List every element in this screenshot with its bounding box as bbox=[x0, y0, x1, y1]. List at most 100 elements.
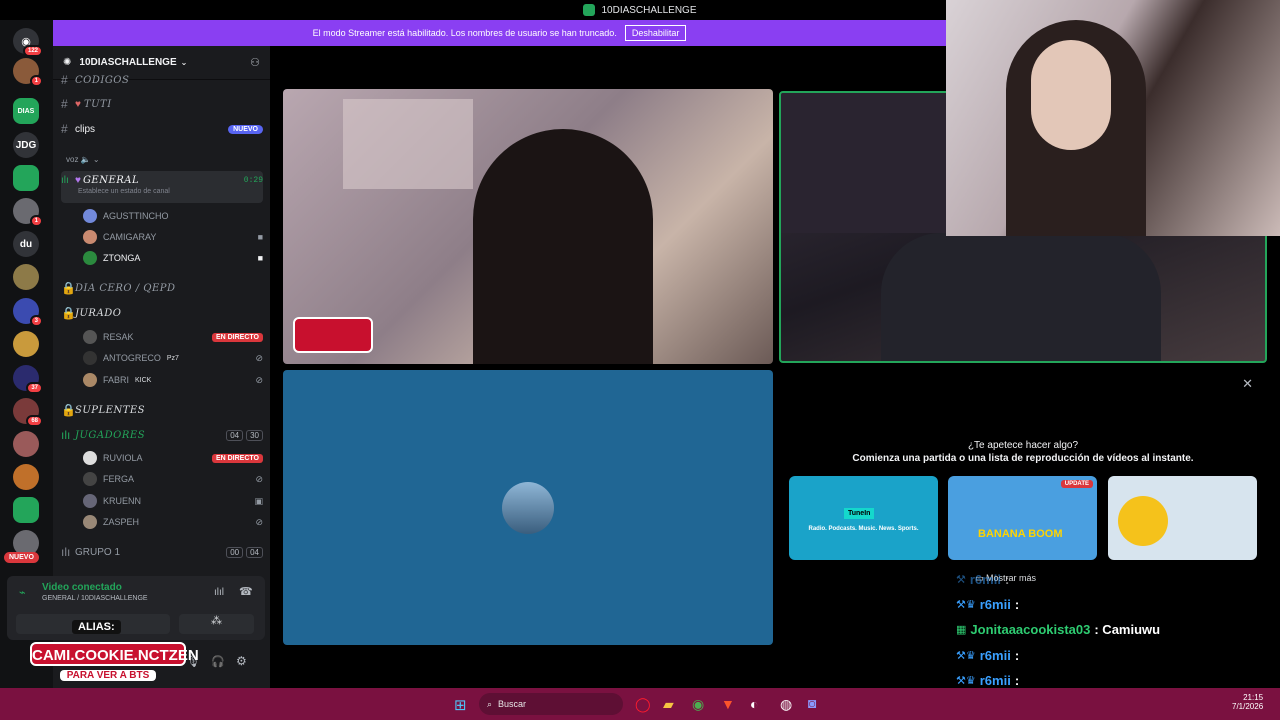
chat-line: ▦ Jonitaaacookista03: Camiuwu bbox=[956, 622, 1161, 637]
user-tag: Pz7 bbox=[166, 354, 179, 362]
voice-user[interactable]: RUVIOLA EN DIRECTO bbox=[83, 449, 263, 467]
purple-heart-icon: ♥ bbox=[75, 175, 81, 186]
avatar bbox=[83, 230, 97, 244]
activity-icon: ⁂ bbox=[211, 615, 222, 627]
avatar bbox=[83, 373, 97, 387]
voice-user[interactable]: ZASPEH ⊘ bbox=[83, 513, 263, 531]
clock[interactable]: 21:15 7/1/2026 bbox=[1232, 693, 1263, 711]
new-pill: NUEVO bbox=[228, 124, 263, 134]
app-icon[interactable]: ◐ bbox=[750, 696, 758, 712]
discord-taskbar-icon[interactable]: ◙ bbox=[808, 695, 816, 711]
chat-line: ⚒♛ r6mii: bbox=[956, 597, 1020, 612]
server-icon-1[interactable]: 1 bbox=[13, 58, 43, 87]
voice-user[interactable]: RESAK EN DIRECTO bbox=[83, 328, 263, 346]
streamer-mode-banner: El modo Streamer está habilitado. Los no… bbox=[53, 20, 946, 46]
channel-jurado[interactable]: 🔒 JURADO bbox=[61, 303, 263, 323]
badge-icon: ▦ bbox=[956, 624, 967, 636]
opera-icon[interactable]: ◯ bbox=[635, 696, 651, 713]
voice-user[interactable]: ANTOGRECO Pz7 ⊘ bbox=[83, 349, 263, 367]
channel-codigos[interactable]: # CODIGOS bbox=[61, 70, 263, 90]
avatar bbox=[502, 481, 554, 534]
close-icon[interactable]: ✕ bbox=[1242, 376, 1253, 392]
server-icon-7[interactable] bbox=[13, 264, 39, 290]
voice-category[interactable]: voz 🔈 ⌄ bbox=[66, 155, 100, 164]
server-icon-10[interactable]: 37 bbox=[13, 365, 43, 394]
activities-button[interactable]: ⁂ bbox=[179, 614, 254, 634]
channel-status-hint[interactable]: Establece un estado de canal bbox=[78, 188, 170, 195]
voice-user[interactable]: FERGA ⊘ bbox=[83, 470, 263, 488]
chat-line: ⚒ r6mii: bbox=[956, 572, 1010, 587]
search-icon: ⌕ bbox=[487, 698, 493, 709]
server-icon-13[interactable] bbox=[13, 464, 39, 490]
server-icon-10dias[interactable]: DIAS bbox=[13, 98, 39, 124]
muted-icon: ⊘ bbox=[255, 374, 263, 385]
video-tile-camigaray[interactable] bbox=[283, 89, 773, 364]
home-button[interactable]: ◉ 122 bbox=[13, 28, 43, 57]
taskbar: ⊞ ⌕ Buscar ◯ ▰ ◉ ▼ ◐ ◍ ◙ 21:15 7/1/2026 bbox=[0, 688, 1280, 720]
poster-wall bbox=[343, 99, 473, 189]
noise-icon[interactable]: ılıl bbox=[214, 587, 224, 598]
disconnect-icon[interactable]: ☎ bbox=[239, 585, 253, 598]
chat-line: ⚒♛ r6mii: bbox=[956, 673, 1020, 688]
chevron-down-icon: ⌄ bbox=[180, 58, 188, 67]
channel-dia-cero[interactable]: 🔒 DIA CERO / QEPD bbox=[61, 278, 263, 298]
avatar bbox=[83, 251, 97, 265]
avatar bbox=[83, 351, 97, 365]
voice-user[interactable]: KRUENN ▣ bbox=[83, 492, 263, 510]
avatar bbox=[83, 451, 97, 465]
alias-sticker bbox=[293, 317, 373, 353]
server-icon-8[interactable]: 3 bbox=[13, 298, 43, 327]
speaker-icon: 🔈 bbox=[80, 155, 91, 164]
hash-icon: # bbox=[61, 73, 68, 87]
channel-grupo1[interactable]: ılı GRUPO 1 00 04 bbox=[61, 542, 263, 562]
taskbar-search[interactable]: ⌕ Buscar bbox=[479, 693, 623, 715]
app-logo-icon bbox=[583, 4, 596, 16]
voice-wave-icon: ılı bbox=[61, 175, 69, 186]
voice-wave-icon: ılı bbox=[61, 428, 71, 442]
channel-clips[interactable]: # clips NUEVO bbox=[61, 119, 263, 139]
voice-status: Video conectado bbox=[42, 582, 122, 593]
camera-icon: ■ bbox=[257, 232, 263, 242]
chat-line: ⚒♛ r6mii: bbox=[956, 648, 1020, 663]
home-badge: 122 bbox=[22, 45, 43, 57]
live-badge: EN DIRECTO bbox=[211, 453, 263, 463]
shelf-background bbox=[781, 93, 947, 233]
badge-icon: ⚒♛ bbox=[956, 599, 976, 611]
channel-suplentes[interactable]: 🔒 SUPLENTES bbox=[61, 400, 263, 420]
server-icon-11[interactable]: 68 bbox=[13, 398, 43, 427]
windows-start-icon[interactable]: ⊞ bbox=[454, 696, 467, 714]
server-icon-user[interactable]: 1 bbox=[13, 198, 43, 227]
brave-icon[interactable]: ▼ bbox=[721, 696, 735, 712]
video-tile-audio-only[interactable] bbox=[283, 370, 773, 645]
settings-gear-icon[interactable]: ⚙ bbox=[236, 654, 247, 668]
update-badge: UPDATE bbox=[1060, 480, 1093, 488]
folder-icon[interactable]: ▰ bbox=[663, 696, 674, 713]
server-icon-14[interactable] bbox=[13, 497, 39, 523]
voice-user[interactable]: ZTONGA ■ bbox=[83, 249, 263, 267]
activity-card-banana-boom[interactable]: UPDATE BANANA BOOM bbox=[948, 476, 1097, 560]
server-icon-9[interactable] bbox=[13, 331, 39, 357]
hash-icon: # bbox=[61, 122, 68, 136]
disable-streamer-mode-button[interactable]: Deshabilitar bbox=[624, 25, 687, 41]
activity-card-3[interactable] bbox=[1108, 476, 1257, 560]
channel-general[interactable]: ılı ♥ GENERAL 0:29 Establece un estado d… bbox=[61, 171, 263, 203]
server-icon-jdg[interactable]: JDG bbox=[13, 132, 39, 158]
voice-location[interactable]: GENERAL / 10DIASCHALLENGE bbox=[42, 595, 148, 602]
headphones-icon[interactable]: 🎧 bbox=[211, 655, 225, 668]
obs-icon[interactable]: ◍ bbox=[780, 696, 792, 713]
server-icon-du[interactable]: du bbox=[13, 231, 39, 257]
invite-icon[interactable]: ⚇ bbox=[250, 56, 260, 69]
activity-card-tunein[interactable]: TuneIn Radio. Podcasts. Music. News. Spo… bbox=[789, 476, 938, 560]
camera-icon: ■ bbox=[257, 253, 263, 263]
server-icon-green[interactable] bbox=[13, 165, 39, 191]
server-icon-12[interactable] bbox=[13, 431, 39, 457]
chrome-icon[interactable]: ◉ bbox=[692, 696, 704, 713]
badge-icon: ⚒♛ bbox=[956, 675, 976, 687]
voice-timer: 0:29 bbox=[243, 176, 263, 185]
voice-user[interactable]: AGUSTTINCHO bbox=[83, 207, 263, 225]
server-globe-icon: ✺ bbox=[63, 57, 72, 68]
voice-user[interactable]: CAMIGARAY ■ bbox=[83, 228, 263, 246]
channel-jugadores[interactable]: ılı JUGADORES 04 30 bbox=[61, 425, 263, 445]
voice-user[interactable]: FABRI KICK ⊘ bbox=[83, 371, 263, 389]
channel-tuti[interactable]: # ♥ TUTI bbox=[61, 94, 263, 114]
